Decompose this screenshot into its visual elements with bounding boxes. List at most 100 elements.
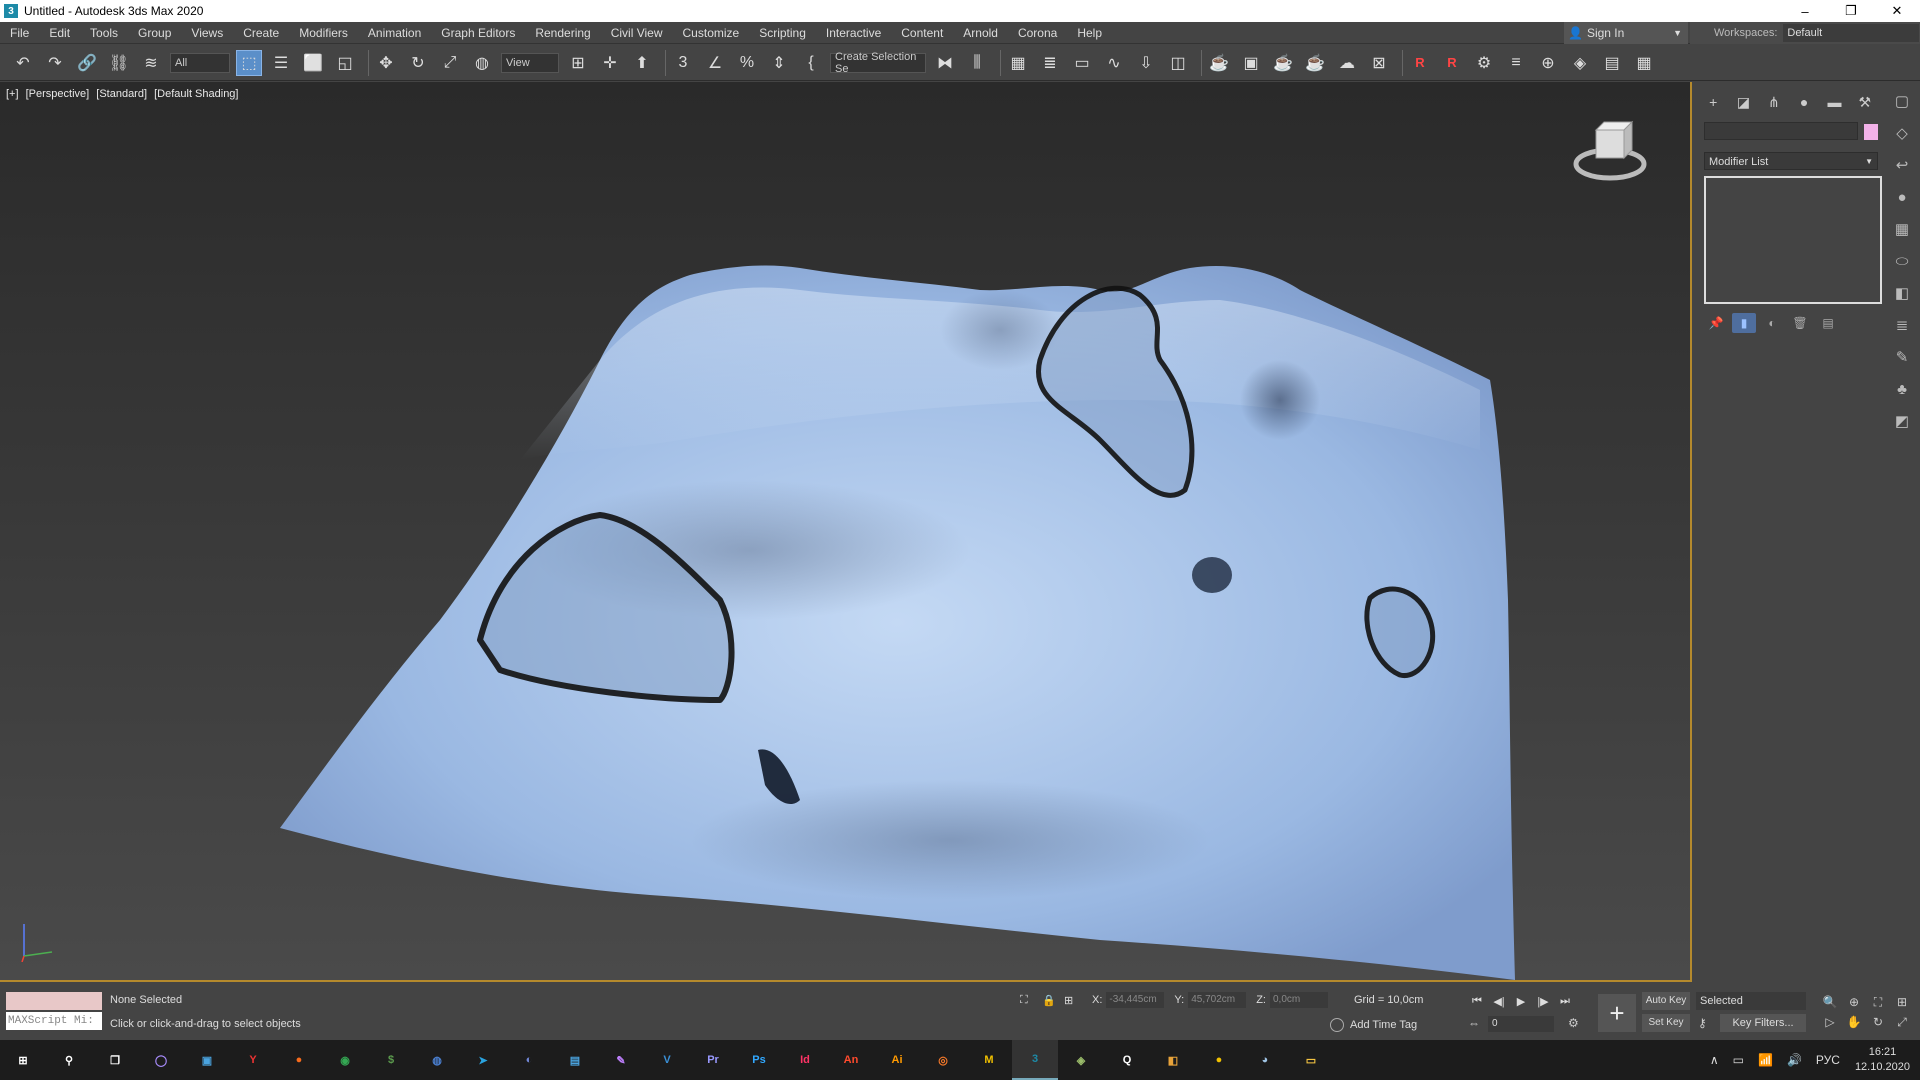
align-icon[interactable]: ⫼ — [964, 50, 990, 76]
terrain-mesh[interactable] — [0, 82, 1692, 982]
menu-corona[interactable]: Corona — [1008, 22, 1067, 44]
box-icon[interactable]: ▢ — [1889, 88, 1915, 114]
undo-icon[interactable]: ↶ — [10, 50, 36, 76]
link-icon[interactable]: 🔗 — [74, 50, 100, 76]
asset-tool-icon[interactable]: ▤ — [1599, 50, 1625, 76]
taskbar-explorer[interactable]: ▭ — [1288, 1040, 1334, 1080]
play-icon[interactable]: ▶ — [1510, 992, 1532, 1010]
y-coordinate-field[interactable]: 45,702cm — [1188, 992, 1247, 1008]
go-to-start-icon[interactable]: ⏮ — [1466, 992, 1488, 1010]
rectangular-selection-icon[interactable]: ⬜ — [300, 50, 326, 76]
field-of-view-icon[interactable]: ▷ — [1818, 1012, 1842, 1032]
current-frame-field[interactable]: 0 — [1488, 1016, 1554, 1032]
taskbar-illustrator[interactable]: Ai — [874, 1040, 920, 1080]
absolute-mode-icon[interactable]: ⊞ — [1064, 994, 1082, 1007]
volume-icon[interactable]: 🔊 — [1787, 1053, 1802, 1067]
mirror-icon[interactable]: ⧓ — [932, 50, 958, 76]
angle-snap-icon[interactable]: ∠ — [702, 50, 728, 76]
auto-key-button[interactable]: Auto Key — [1642, 992, 1690, 1010]
display-tab-icon[interactable]: ▬ — [1823, 90, 1845, 114]
curve-icon[interactable]: ↩ — [1889, 152, 1915, 178]
motion-tab-icon[interactable]: ● — [1793, 90, 1815, 114]
clock[interactable]: 16:21 12.10.2020 — [1855, 1045, 1910, 1075]
taskbar-yandex[interactable]: Y — [230, 1040, 276, 1080]
taskbar-search2[interactable]: Q — [1104, 1040, 1150, 1080]
next-frame-icon[interactable]: |▶ — [1532, 992, 1554, 1010]
scene-explorer-icon[interactable]: ▦ — [1005, 50, 1031, 76]
selection-filter-dropdown[interactable]: All — [170, 52, 230, 73]
rename-objects-icon[interactable]: R — [1407, 50, 1433, 76]
move-icon[interactable]: ✥ — [373, 50, 399, 76]
script-tool-icon[interactable]: ⚙ — [1471, 50, 1497, 76]
taskbar-notepad[interactable]: ▤ — [552, 1040, 598, 1080]
viewcube-icon[interactable] — [1570, 112, 1650, 192]
taskbar-task-view[interactable]: ❐ — [92, 1040, 138, 1080]
corona-tool-icon[interactable]: ◈ — [1567, 50, 1593, 76]
perspective-viewport[interactable]: [+] [Perspective] [Standard] [Default Sh… — [0, 82, 1692, 982]
time-configuration-icon[interactable]: ⚙ — [1568, 1016, 1579, 1030]
maxscript-listener-output[interactable] — [6, 992, 102, 1010]
viewcube[interactable] — [1570, 112, 1650, 192]
maximize-viewport-icon[interactable]: ⤢ — [1890, 1012, 1914, 1032]
taskbar-discord[interactable]: ◐ — [506, 1040, 552, 1080]
spinner-snap-icon[interactable]: ⇕ — [766, 50, 792, 76]
menu-animation[interactable]: Animation — [358, 22, 431, 44]
taskbar-premiere[interactable]: Pr — [690, 1040, 736, 1080]
taskbar-search[interactable]: ⚲ — [46, 1040, 92, 1080]
menu-modifiers[interactable]: Modifiers — [289, 22, 358, 44]
material-editor-icon[interactable]: ◫ — [1165, 50, 1191, 76]
taskbar-animate[interactable]: An — [828, 1040, 874, 1080]
unlink-icon[interactable]: ⛓ — [106, 50, 132, 76]
batch-tool-icon[interactable]: ≡ — [1503, 50, 1529, 76]
taskbar-steam[interactable]: ◕ — [1242, 1040, 1288, 1080]
x-coordinate-field[interactable]: -34,445cm — [1106, 992, 1165, 1008]
close-button[interactable]: ✕ — [1874, 0, 1920, 22]
taskbar-telegram[interactable]: ➤ — [460, 1040, 506, 1080]
modifier-stack[interactable] — [1704, 176, 1882, 304]
redo-icon[interactable]: ↷ — [42, 50, 68, 76]
taskbar-money[interactable]: $ — [368, 1040, 414, 1080]
show-end-result-icon[interactable]: ▮ — [1732, 313, 1756, 333]
taskbar-windows-start[interactable]: ⊞ — [0, 1040, 46, 1080]
taskbar-cortana[interactable]: ◯ — [138, 1040, 184, 1080]
workspace-dropdown[interactable]: Default — [1783, 24, 1920, 42]
menu-scripting[interactable]: Scripting — [749, 22, 816, 44]
restore-button[interactable]: ❐ — [1828, 0, 1874, 22]
key-filters-button[interactable]: Key Filters... — [1720, 1014, 1806, 1032]
cube-icon[interactable]: ◧ — [1889, 280, 1915, 306]
scale-icon[interactable]: ⤢ — [437, 50, 463, 76]
object-name-field[interactable] — [1704, 122, 1858, 140]
edit-named-selection-icon[interactable]: { — [798, 50, 824, 76]
menu-tools[interactable]: Tools — [80, 22, 128, 44]
menu-group[interactable]: Group — [128, 22, 181, 44]
percent-snap-icon[interactable]: % — [734, 50, 760, 76]
network-icon[interactable]: 📶 — [1758, 1053, 1773, 1067]
named-selection-dropdown[interactable]: Create Selection Se — [830, 51, 926, 75]
cylinder-icon[interactable]: ⬭ — [1889, 248, 1915, 274]
minimize-button[interactable]: – — [1782, 0, 1828, 22]
zoom-all-icon[interactable]: ⊕ — [1842, 992, 1866, 1012]
maxscript-mini-listener[interactable]: MAXScript Mi: — [6, 1012, 102, 1030]
isolate-selection-icon[interactable]: ⛶ — [1020, 994, 1038, 1007]
render-production-icon[interactable]: ☕ — [1270, 50, 1296, 76]
zoom-extents-icon[interactable]: ⛶ — [1866, 992, 1890, 1012]
reset-xform-icon[interactable]: R — [1439, 50, 1465, 76]
select-by-name-icon[interactable]: ☰ — [268, 50, 294, 76]
pivot-center-icon[interactable]: ⊞ — [565, 50, 591, 76]
plugin-tool-icon[interactable]: ⊕ — [1535, 50, 1561, 76]
add-time-tag-button[interactable]: Add Time Tag — [1330, 1018, 1417, 1032]
taskbar-zbrush[interactable]: ◈ — [1058, 1040, 1104, 1080]
sphere-icon[interactable]: ● — [1889, 184, 1915, 210]
taskbar-visual-studio[interactable]: V — [644, 1040, 690, 1080]
menu-edit[interactable]: Edit — [39, 22, 80, 44]
select-object-icon[interactable]: ⬚ — [236, 49, 262, 76]
zoom-extents-all-icon[interactable]: ⊞ — [1890, 992, 1914, 1012]
taskbar-3d-viewer[interactable]: ▣ — [184, 1040, 230, 1080]
rendered-frame-window-icon[interactable]: ▣ — [1238, 50, 1264, 76]
snaps-toggle-icon[interactable]: 3 — [670, 50, 696, 76]
gizmo-icon[interactable]: ◇ — [1889, 120, 1915, 146]
menu-graph-editors[interactable]: Graph Editors — [431, 22, 525, 44]
taskbar-marmoset[interactable]: ● — [1196, 1040, 1242, 1080]
taskbar-maya[interactable]: M — [966, 1040, 1012, 1080]
curve-editor-icon[interactable]: ∿ — [1101, 50, 1127, 76]
